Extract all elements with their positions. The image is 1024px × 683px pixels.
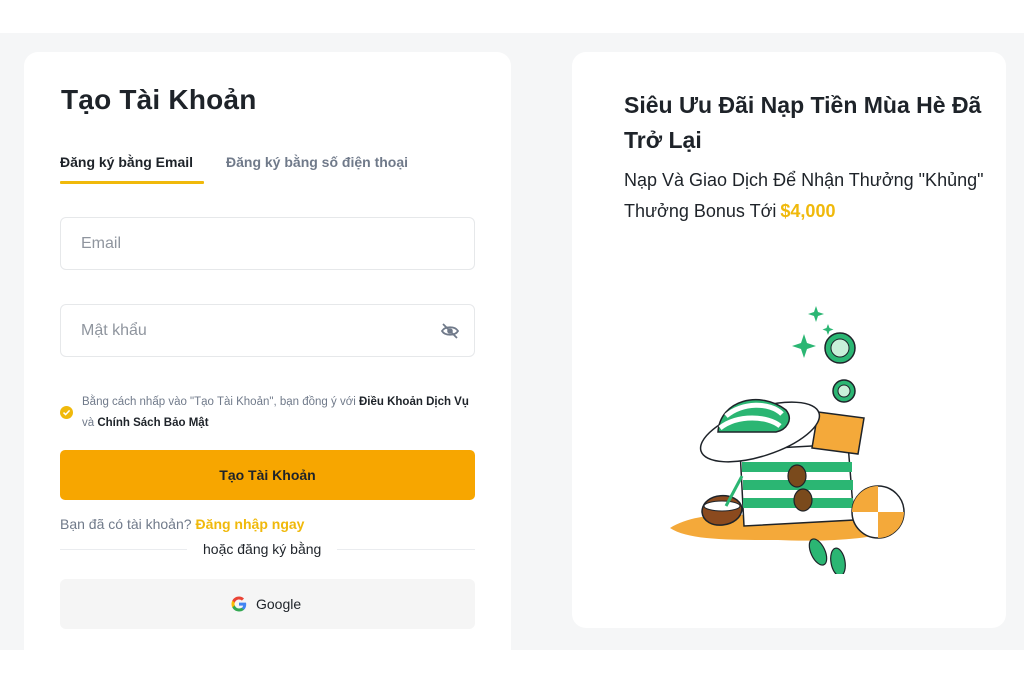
tab-phone-label: Đăng ký bằng số điện thoại (226, 154, 409, 170)
google-icon (231, 596, 247, 612)
divider-label: hoặc đăng ký bằng (187, 541, 338, 557)
password-field (60, 304, 475, 357)
terms-of-service-link[interactable]: Điều Khoản Dịch Vụ (359, 396, 469, 408)
email-input[interactable] (61, 218, 474, 269)
terms-checkbox[interactable] (60, 406, 73, 419)
terms-prefix: Bằng cách nhấp vào "Tạo Tài Khoản", bạn … (82, 396, 359, 408)
tab-phone-signup[interactable]: Đăng ký bằng số điện thoại (226, 154, 408, 184)
terms-text: Bằng cách nhấp vào "Tạo Tài Khoản", bạn … (82, 392, 480, 434)
eye-slash-icon[interactable] (440, 321, 460, 341)
active-tab-indicator (60, 181, 204, 184)
google-label: Google (256, 596, 302, 612)
signup-card: Tạo Tài Khoản Đăng ký bằng Email Đăng ký… (24, 52, 511, 672)
terms-connector: và (82, 417, 98, 429)
email-field (60, 217, 475, 270)
privacy-policy-link[interactable]: Chính Sách Bảo Mật (97, 417, 208, 429)
promo-subtitle: Nạp Và Giao Dịch Để Nhận Thưởng "Khủng" … (624, 165, 994, 227)
google-signup-button[interactable]: Google (60, 579, 475, 629)
promo-card: Siêu Ưu Đãi Nạp Tiền Mùa Hè Đã Trở Lại N… (572, 52, 1006, 628)
page-bottom (572, 650, 1006, 683)
tab-email-label: Đăng ký bằng Email (60, 154, 194, 170)
create-account-button[interactable]: Tạo Tài Khoản (60, 450, 475, 500)
login-link[interactable]: Đăng nhập ngay (196, 516, 305, 532)
summer-beach-bag-illustration (670, 306, 905, 574)
promo-amount: $4,000 (780, 201, 836, 221)
promo-title: Siêu Ưu Đãi Nạp Tiền Mùa Hè Đã Trở Lại (624, 92, 982, 153)
password-input[interactable] (61, 305, 474, 356)
have-account-text: Bạn đã có tài khoản? (60, 516, 192, 532)
page-title: Tạo Tài Khoản (61, 84, 257, 115)
tab-email-signup[interactable]: Đăng ký bằng Email (60, 154, 204, 184)
login-prompt: Bạn đã có tài khoản? Đăng nhập ngay (60, 516, 304, 532)
